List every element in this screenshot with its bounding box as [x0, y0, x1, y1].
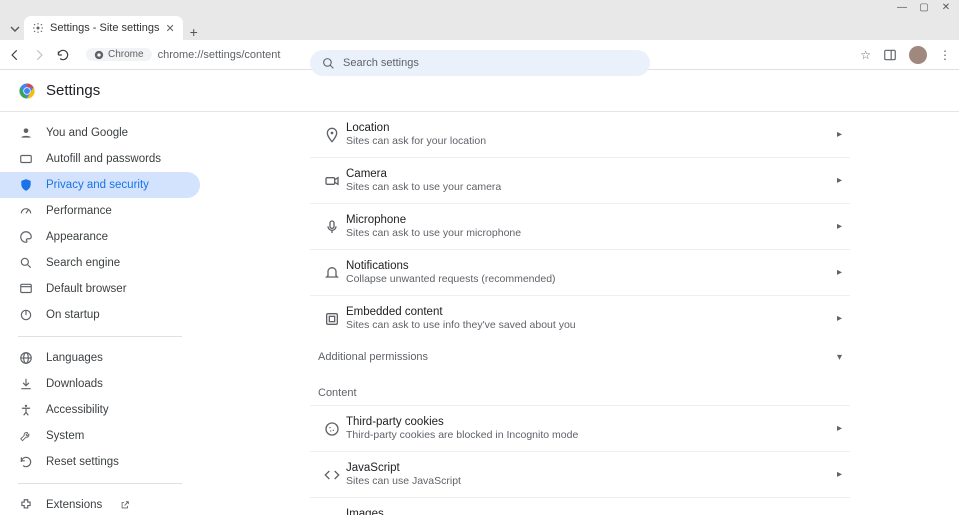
chevron-right-icon: ▸	[837, 313, 842, 324]
embedded-icon	[318, 311, 346, 327]
settings-sidebar: You and Google Autofill and passwords Pr…	[0, 112, 200, 515]
search-settings-input[interactable]: Search settings	[310, 50, 650, 76]
minimize-button[interactable]: —	[897, 2, 907, 12]
bookmark-button[interactable]: ☆	[860, 48, 871, 62]
site-chip: Chrome	[86, 48, 152, 61]
maximize-button[interactable]: ▢	[919, 2, 929, 12]
additional-permissions-expander[interactable]: Additional permissions ▾	[310, 341, 850, 373]
os-titlebar: — ▢ ✕	[0, 0, 959, 14]
profile-avatar[interactable]	[909, 46, 927, 64]
microphone-icon	[318, 219, 346, 235]
content-section-label: Content	[310, 373, 850, 405]
sidebar-item-system[interactable]: System	[0, 423, 200, 449]
browser-tab[interactable]: Settings - Site settings ✕	[24, 16, 183, 40]
setting-row-cookies[interactable]: Third-party cookiesThird-party cookies a…	[310, 405, 850, 451]
setting-row-microphone[interactable]: MicrophoneSites can ask to use your micr…	[310, 203, 850, 249]
chevron-right-icon: ▸	[837, 267, 842, 278]
camera-icon	[318, 173, 346, 189]
sidebar-item-on-startup[interactable]: On startup	[0, 302, 200, 328]
sidebar-item-downloads[interactable]: Downloads	[0, 371, 200, 397]
side-panel-button[interactable]	[883, 48, 897, 62]
reload-button[interactable]	[56, 48, 70, 62]
tab-search-button[interactable]	[6, 18, 24, 40]
shield-icon	[18, 178, 34, 192]
setting-row-images[interactable]: ImagesSites can show images ▸	[310, 497, 850, 515]
setting-row-embedded[interactable]: Embedded contentSites can ask to use inf…	[310, 295, 850, 341]
palette-icon	[18, 230, 34, 244]
chevron-down-icon: ▾	[837, 352, 842, 363]
page-title: Settings	[46, 82, 100, 99]
new-tab-button[interactable]: +	[183, 24, 205, 40]
setting-row-notifications[interactable]: NotificationsCollapse unwanted requests …	[310, 249, 850, 295]
sidebar-item-languages[interactable]: Languages	[0, 345, 200, 371]
sidebar-divider	[18, 483, 182, 484]
setting-row-camera[interactable]: CameraSites can ask to use your camera ▸	[310, 157, 850, 203]
sidebar-item-extensions[interactable]: Extensions	[0, 492, 200, 515]
sidebar-item-search-engine[interactable]: Search engine	[0, 250, 200, 276]
chevron-right-icon: ▸	[837, 221, 842, 232]
tab-strip: Settings - Site settings ✕ +	[0, 14, 959, 40]
sidebar-item-performance[interactable]: Performance	[0, 198, 200, 224]
search-icon	[322, 57, 335, 70]
settings-header: Settings	[0, 70, 959, 112]
back-button[interactable]	[8, 48, 22, 62]
settings-main: LocationSites can ask for your location …	[200, 112, 959, 515]
address-bar[interactable]: Chrome chrome://settings/content	[86, 48, 280, 61]
tab-title: Settings - Site settings	[50, 22, 159, 34]
setting-row-location[interactable]: LocationSites can ask for your location …	[310, 112, 850, 157]
power-icon	[18, 308, 34, 322]
search-icon	[18, 256, 34, 270]
location-icon	[318, 127, 346, 143]
sidebar-item-reset[interactable]: Reset settings	[0, 449, 200, 475]
sidebar-item-privacy[interactable]: Privacy and security	[0, 172, 200, 198]
external-link-icon	[120, 500, 130, 510]
sidebar-item-default-browser[interactable]: Default browser	[0, 276, 200, 302]
sidebar-item-autofill[interactable]: Autofill and passwords	[0, 146, 200, 172]
sidebar-item-you-and-google[interactable]: You and Google	[0, 120, 200, 146]
close-window-button[interactable]: ✕	[941, 2, 951, 12]
code-icon	[318, 467, 346, 483]
chevron-right-icon: ▸	[837, 469, 842, 480]
speedometer-icon	[18, 204, 34, 218]
setting-row-javascript[interactable]: JavaScriptSites can use JavaScript ▸	[310, 451, 850, 497]
chevron-right-icon: ▸	[837, 129, 842, 140]
extension-icon	[18, 498, 34, 512]
sidebar-item-appearance[interactable]: Appearance	[0, 224, 200, 250]
sidebar-divider	[18, 336, 182, 337]
chrome-logo-icon	[18, 82, 36, 100]
chevron-right-icon: ▸	[837, 175, 842, 186]
accessibility-icon	[18, 403, 34, 417]
url-text: chrome://settings/content	[158, 49, 281, 61]
download-icon	[18, 377, 34, 391]
globe-icon	[18, 351, 34, 365]
bell-icon	[318, 265, 346, 281]
sidebar-item-accessibility[interactable]: Accessibility	[0, 397, 200, 423]
chevron-right-icon: ▸	[837, 423, 842, 434]
autofill-icon	[18, 152, 34, 166]
person-icon	[18, 126, 34, 140]
settings-favicon-icon	[32, 22, 44, 34]
chrome-menu-button[interactable]: ⋮	[939, 48, 951, 62]
close-tab-button[interactable]: ✕	[165, 22, 174, 35]
wrench-icon	[18, 429, 34, 443]
browser-icon	[18, 282, 34, 296]
cookie-icon	[318, 421, 346, 437]
chrome-icon	[94, 50, 104, 60]
reset-icon	[18, 455, 34, 469]
forward-button[interactable]	[32, 48, 46, 62]
